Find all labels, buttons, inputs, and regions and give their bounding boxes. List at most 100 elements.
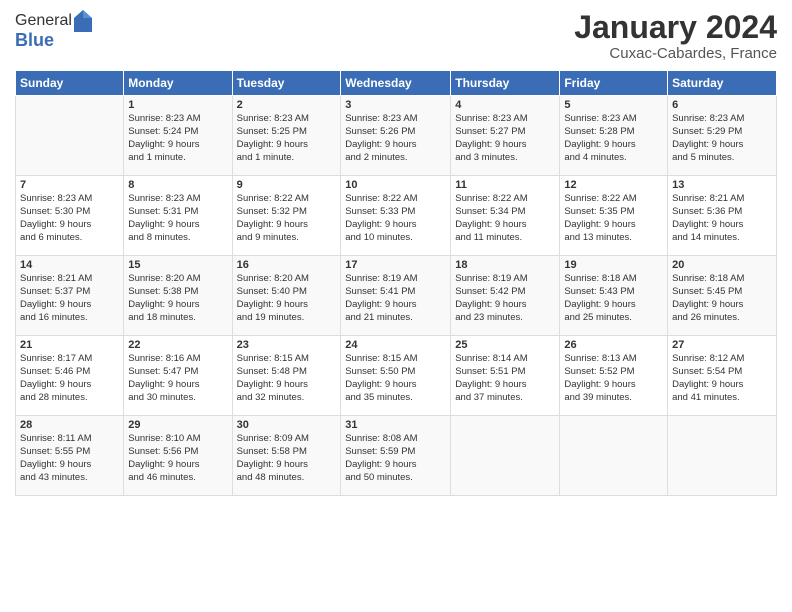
week-row-0: 1Sunrise: 8:23 AMSunset: 5:24 PMDaylight… — [16, 96, 777, 176]
day-info: Sunrise: 8:08 AMSunset: 5:59 PMDaylight:… — [345, 433, 446, 484]
calendar-cell: 16Sunrise: 8:20 AMSunset: 5:40 PMDayligh… — [232, 256, 341, 336]
calendar-cell: 26 Sunrise: 8:13 AMSunset: 5:52 PMDayligh… — [560, 336, 668, 416]
day-info: Sunrise: 8:22 AMSunset: 5:35 PMDaylight:… — [564, 193, 663, 244]
day-info: Sunrise: 8:20 AMSunset: 5:38 PMDaylight:… — [128, 273, 227, 324]
calendar-cell: 27 Sunrise: 8:12 AMSunset: 5:54 PMDayligh… — [668, 336, 777, 416]
day-number: 25 — [455, 339, 555, 351]
day-info: Sunrise: 8:23 AMSunset: 5:30 PMDaylight:… — [20, 193, 119, 244]
header: General Blue January 2024 Cuxac-Cabardes… — [15, 10, 777, 62]
week-row-1: 7Sunrise: 8:23 AMSunset: 5:30 PMDaylight… — [16, 176, 777, 256]
title-block: January 2024 Cuxac-Cabardes, France — [574, 10, 777, 62]
calendar-cell: 30Sunrise: 8:09 AMSunset: 5:58 PMDayligh… — [232, 416, 341, 496]
calendar-cell — [16, 96, 124, 176]
day-number: 5 — [564, 99, 663, 111]
day-number: 31 — [345, 419, 446, 431]
calendar-header: Sunday Monday Tuesday Wednesday Thursday… — [16, 71, 777, 96]
day-info: Sunrise: 8:09 AMSunset: 5:58 PMDaylight:… — [237, 433, 337, 484]
day-number: 2 — [237, 99, 337, 111]
calendar-cell: 8Sunrise: 8:23 AMSunset: 5:31 PMDaylight… — [124, 176, 232, 256]
calendar-cell — [560, 416, 668, 496]
day-info: Sunrise: 8:11 AMSunset: 5:55 PMDaylight:… — [20, 433, 119, 484]
calendar-cell: 19Sunrise: 8:18 AMSunset: 5:43 PMDayligh… — [560, 256, 668, 336]
day-info: Sunrise: 8:14 AMSunset: 5:51 PMDaylight:… — [455, 353, 555, 404]
header-thursday: Thursday — [451, 71, 560, 96]
header-friday: Friday — [560, 71, 668, 96]
day-info: Sunrise: 8:19 AMSunset: 5:42 PMDaylight:… — [455, 273, 555, 324]
day-number: 22 — [128, 339, 227, 351]
logo: General Blue — [15, 10, 92, 51]
header-row: Sunday Monday Tuesday Wednesday Thursday… — [16, 71, 777, 96]
calendar-cell: 17 Sunrise: 8:19 AMSunset: 5:41 PMDayligh… — [341, 256, 451, 336]
calendar-cell: 18 Sunrise: 8:19 AMSunset: 5:42 PMDayligh… — [451, 256, 560, 336]
calendar-cell: 1Sunrise: 8:23 AMSunset: 5:24 PMDaylight… — [124, 96, 232, 176]
day-info: Sunrise: 8:23 AMSunset: 5:29 PMDaylight:… — [672, 113, 772, 164]
day-number: 24 — [345, 339, 446, 351]
day-info: Sunrise: 8:22 AMSunset: 5:33 PMDaylight:… — [345, 193, 446, 244]
header-sunday: Sunday — [16, 71, 124, 96]
day-number: 10 — [345, 179, 446, 191]
calendar-cell — [668, 416, 777, 496]
day-info: Sunrise: 8:23 AMSunset: 5:26 PMDaylight:… — [345, 113, 446, 164]
day-info: Sunrise: 8:16 AMSunset: 5:47 PMDaylight:… — [128, 353, 227, 404]
calendar-cell: 3 Sunrise: 8:23 AMSunset: 5:26 PMDaylight… — [341, 96, 451, 176]
calendar-cell: 9Sunrise: 8:22 AMSunset: 5:32 PMDaylight… — [232, 176, 341, 256]
day-info: Sunrise: 8:13 AMSunset: 5:52 PMDaylight:… — [564, 353, 663, 404]
calendar-cell: 22 Sunrise: 8:16 AMSunset: 5:47 PMDayligh… — [124, 336, 232, 416]
day-number: 14 — [20, 259, 119, 271]
day-info: Sunrise: 8:19 AMSunset: 5:41 PMDaylight:… — [345, 273, 446, 324]
day-number: 17 — [345, 259, 446, 271]
day-number: 9 — [237, 179, 337, 191]
day-info: Sunrise: 8:15 AMSunset: 5:50 PMDaylight:… — [345, 353, 446, 404]
header-monday: Monday — [124, 71, 232, 96]
day-number: 29 — [128, 419, 227, 431]
calendar-cell: 5Sunrise: 8:23 AMSunset: 5:28 PMDaylight… — [560, 96, 668, 176]
logo-general-text: General — [15, 12, 72, 30]
day-number: 11 — [455, 179, 555, 191]
header-wednesday: Wednesday — [341, 71, 451, 96]
day-number: 12 — [564, 179, 663, 191]
calendar-subtitle: Cuxac-Cabardes, France — [574, 45, 777, 62]
day-info: Sunrise: 8:17 AMSunset: 5:46 PMDaylight:… — [20, 353, 119, 404]
day-number: 21 — [20, 339, 119, 351]
week-row-4: 28 Sunrise: 8:11 AMSunset: 5:55 PMDayligh… — [16, 416, 777, 496]
day-number: 18 — [455, 259, 555, 271]
day-info: Sunrise: 8:18 AMSunset: 5:45 PMDaylight:… — [672, 273, 772, 324]
day-number: 23 — [237, 339, 337, 351]
day-number: 20 — [672, 259, 772, 271]
day-info: Sunrise: 8:23 AMSunset: 5:24 PMDaylight:… — [128, 113, 227, 164]
calendar-cell: 12 Sunrise: 8:22 AMSunset: 5:35 PMDayligh… — [560, 176, 668, 256]
day-info: Sunrise: 8:22 AMSunset: 5:34 PMDaylight:… — [455, 193, 555, 244]
day-info: Sunrise: 8:12 AMSunset: 5:54 PMDaylight:… — [672, 353, 772, 404]
logo-icon — [74, 10, 92, 32]
calendar-cell: 23 Sunrise: 8:15 AMSunset: 5:48 PMDayligh… — [232, 336, 341, 416]
calendar-cell: 21 Sunrise: 8:17 AMSunset: 5:46 PMDayligh… — [16, 336, 124, 416]
day-number: 27 — [672, 339, 772, 351]
day-number: 28 — [20, 419, 119, 431]
day-number: 26 — [564, 339, 663, 351]
calendar-cell: 24 Sunrise: 8:15 AMSunset: 5:50 PMDayligh… — [341, 336, 451, 416]
calendar-cell: 4 Sunrise: 8:23 AMSunset: 5:27 PMDaylight… — [451, 96, 560, 176]
calendar-cell: 13Sunrise: 8:21 AMSunset: 5:36 PMDayligh… — [668, 176, 777, 256]
calendar-body: 1Sunrise: 8:23 AMSunset: 5:24 PMDaylight… — [16, 96, 777, 496]
calendar-cell: 31 Sunrise: 8:08 AMSunset: 5:59 PMDayligh… — [341, 416, 451, 496]
week-row-3: 21 Sunrise: 8:17 AMSunset: 5:46 PMDayligh… — [16, 336, 777, 416]
day-number: 8 — [128, 179, 227, 191]
day-number: 13 — [672, 179, 772, 191]
day-number: 6 — [672, 99, 772, 111]
day-info: Sunrise: 8:23 AMSunset: 5:27 PMDaylight:… — [455, 113, 555, 164]
day-number: 3 — [345, 99, 446, 111]
day-info: Sunrise: 8:15 AMSunset: 5:48 PMDaylight:… — [237, 353, 337, 404]
calendar-cell: 2Sunrise: 8:23 AMSunset: 5:25 PMDaylight… — [232, 96, 341, 176]
calendar-cell: 14Sunrise: 8:21 AMSunset: 5:37 PMDayligh… — [16, 256, 124, 336]
calendar-cell — [451, 416, 560, 496]
calendar-cell: 15 Sunrise: 8:20 AMSunset: 5:38 PMDayligh… — [124, 256, 232, 336]
header-tuesday: Tuesday — [232, 71, 341, 96]
calendar-cell: 11 Sunrise: 8:22 AMSunset: 5:34 PMDayligh… — [451, 176, 560, 256]
logo-blue-text: Blue — [15, 30, 92, 51]
day-number: 19 — [564, 259, 663, 271]
calendar-cell: 29 Sunrise: 8:10 AMSunset: 5:56 PMDayligh… — [124, 416, 232, 496]
day-number: 16 — [237, 259, 337, 271]
day-number: 4 — [455, 99, 555, 111]
day-info: Sunrise: 8:10 AMSunset: 5:56 PMDaylight:… — [128, 433, 227, 484]
day-number: 15 — [128, 259, 227, 271]
